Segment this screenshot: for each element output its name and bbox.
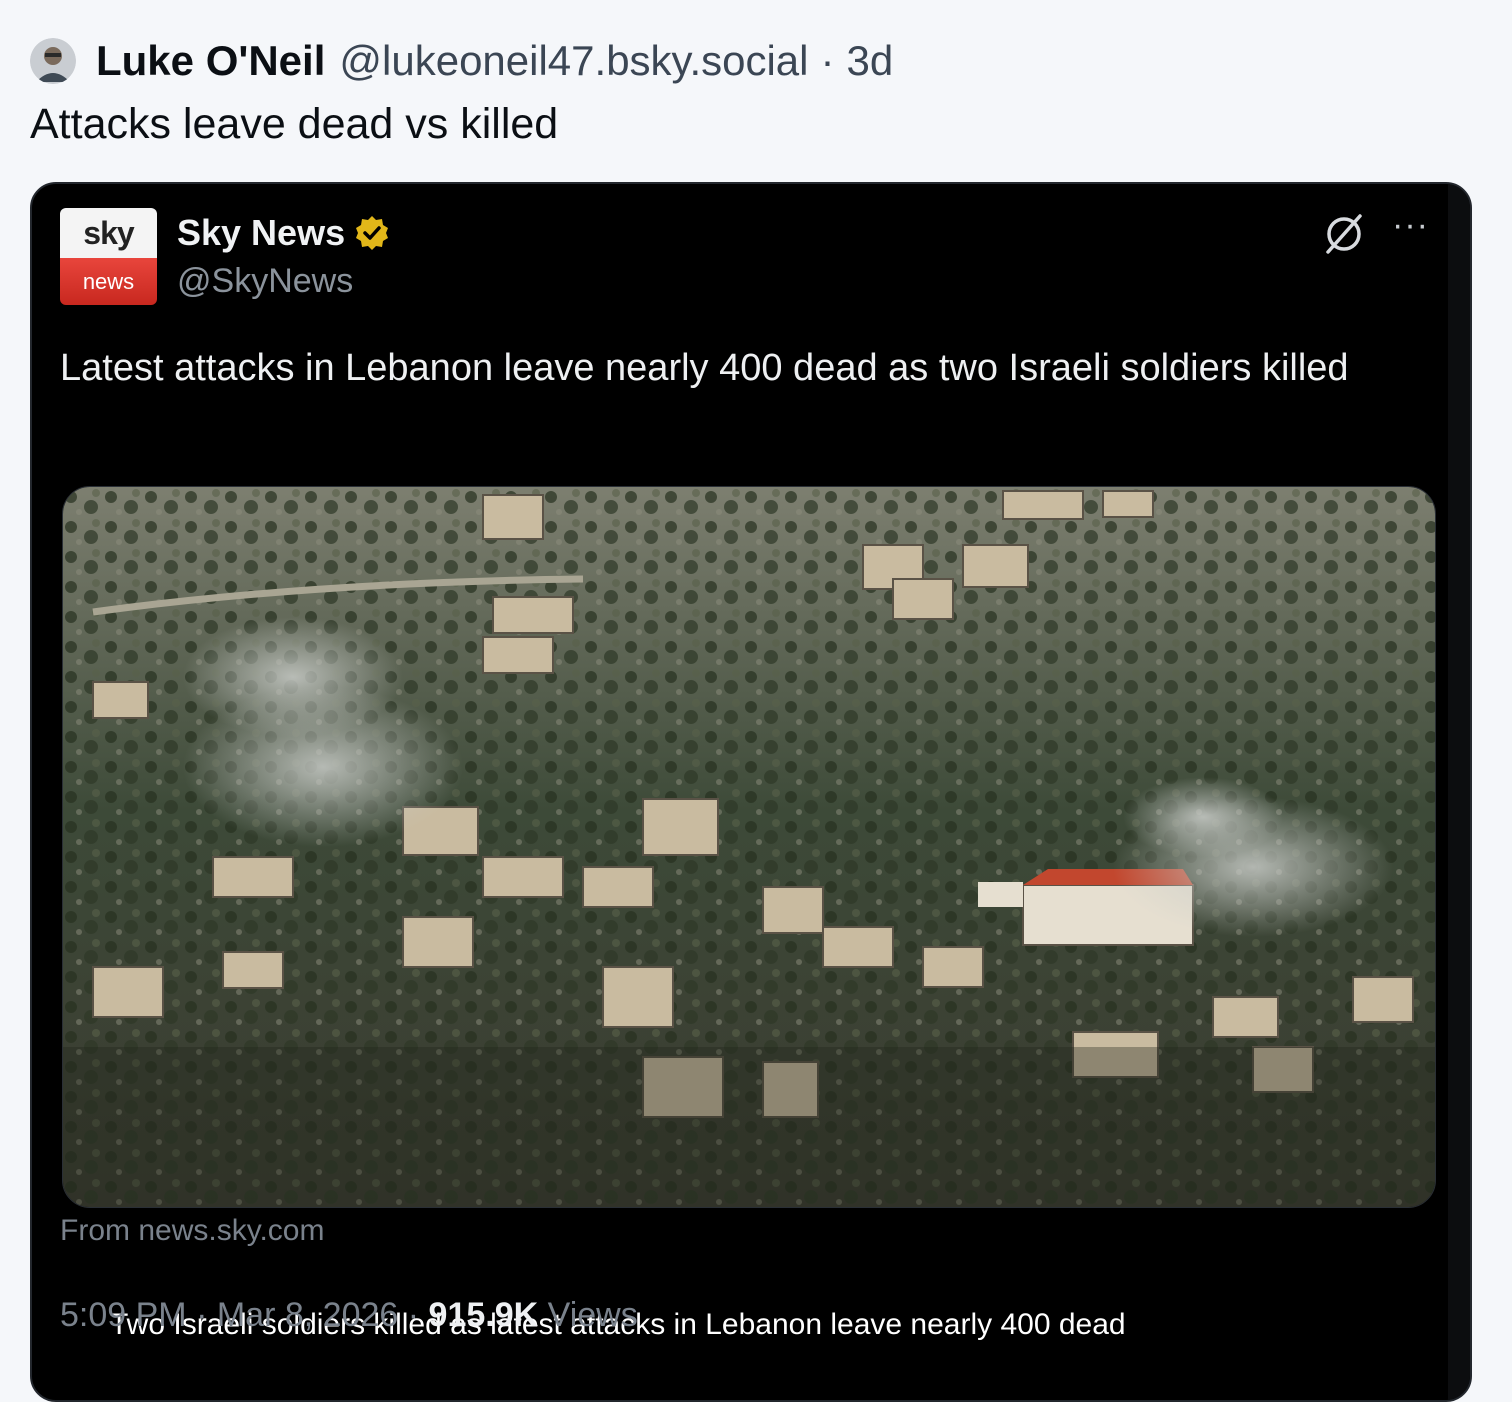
post-age[interactable]: 3d: [847, 37, 894, 85]
tweet-meta: 5:09 PM · Mar 8, 2026 · 915.9K Views: [60, 1296, 638, 1335]
account-name: Sky News: [177, 212, 346, 253]
views-count: 915.9K: [428, 1296, 539, 1334]
author-handle[interactable]: @lukeoneil47.bsky.social: [339, 37, 808, 85]
tweet-time: 5:09 PM: [60, 1296, 187, 1334]
post-header: Luke O'Neil @lukeoneil47.bsky.social · 3…: [30, 36, 893, 86]
separator: ·: [820, 37, 835, 84]
avatar[interactable]: [30, 38, 76, 84]
account-handle: @SkyNews: [177, 262, 354, 300]
sky-news-logo: sky news: [60, 208, 157, 305]
more-options-icon: ···: [1392, 206, 1429, 244]
author-name[interactable]: Luke O'Neil: [96, 37, 325, 85]
embedded-screenshot[interactable]: sky news Sky News @SkyNews ··· Latest at…: [30, 182, 1472, 1402]
meta-dot: ·: [196, 1296, 208, 1334]
logo-bottom-text: news: [60, 258, 157, 305]
embed-edge: [1448, 184, 1470, 1400]
logo-top-text: sky: [60, 208, 157, 258]
verified-badge-icon: [353, 214, 391, 252]
meta-dot: ·: [407, 1296, 420, 1334]
link-source: From news.sky.com: [60, 1214, 325, 1247]
tweet-text: Latest attacks in Lebanon leave nearly 4…: [60, 347, 1349, 389]
post-text: Attacks leave dead vs killed: [30, 100, 559, 148]
x-brand-icon: [1322, 212, 1366, 256]
views-label: Views: [547, 1296, 638, 1334]
account-name-row: Sky News: [177, 212, 391, 254]
tweet-date: Mar 8, 2026: [216, 1296, 399, 1334]
news-photo: [62, 486, 1436, 1208]
bluesky-post: Luke O'Neil @lukeoneil47.bsky.social · 3…: [0, 0, 1512, 1402]
